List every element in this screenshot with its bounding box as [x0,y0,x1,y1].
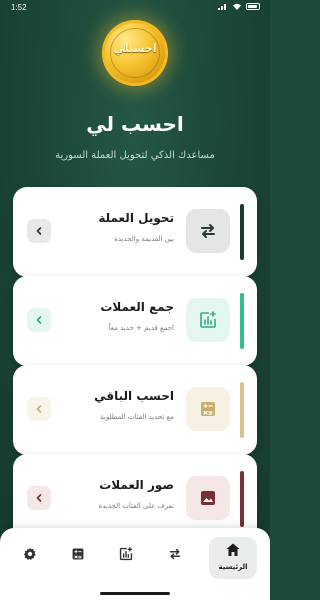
calculator-icon [72,548,84,560]
card-open-arrow[interactable] [27,486,51,510]
nav-settings[interactable] [18,542,42,566]
card-accent-bar [240,293,244,349]
card-open-arrow[interactable] [27,308,51,332]
app-logo-coin: احسبلي [102,20,168,86]
nav-calculate[interactable] [66,542,90,566]
swap-arrows-icon [201,224,215,238]
home-indicator [100,592,170,595]
card-accent-bar [240,382,244,438]
card-title: جمع العملات [100,300,174,314]
bottom-navigation: الرئيسية [0,528,270,600]
status-icons [218,3,260,10]
card-open-arrow[interactable] [27,397,51,421]
card-calculate-change[interactable]: احسب الباقي مع تحديد الفئات المطلوبة [13,365,257,455]
status-time: 1:52 [11,3,27,12]
chart-add-icon [119,547,133,561]
chevron-left-icon [36,405,42,413]
card-icon-box [186,476,230,520]
card-icon-box [186,387,230,431]
card-icon-box [186,298,230,342]
app-subtitle: مساعدك الذكي لتحويل العملة السورية [55,150,215,161]
nav-sum[interactable] [114,542,138,566]
photo-icon [201,491,215,505]
card-accent-bar [240,204,244,260]
card-currency-convert[interactable]: تحويل العملة بين القديمة والجديدة [13,187,257,277]
nav-home-label: الرئيسية [218,563,248,571]
coin-logo-text: احسبلي [113,42,157,55]
signal-icon [218,4,226,10]
home-screen: 1:52 احسبلي احسب لي مساعدك الذكي لتحويل … [0,0,270,600]
status-bar: 1:52 [0,0,270,16]
app-title: احسب لي [86,112,184,136]
nav-convert[interactable] [163,542,187,566]
card-open-arrow[interactable] [27,219,51,243]
card-description: اجمع قديم + جديد معاً [108,324,174,332]
card-description: مع تحديد الفئات المطلوبة [100,413,174,421]
card-accent-bar [240,471,244,527]
card-icon-box [186,209,230,253]
home-icon [226,543,240,556]
chevron-left-icon [36,494,42,502]
card-title: احسب الباقي [94,389,174,403]
swap-arrows-icon [169,548,181,560]
nav-home[interactable]: الرئيسية [209,537,257,579]
card-title: صور العملات [99,478,174,492]
card-sum-currencies[interactable]: جمع العملات اجمع قديم + جديد معاً [13,276,257,366]
chevron-left-icon [36,227,42,235]
chevron-left-icon [36,316,42,324]
card-description: بين القديمة والجديدة [114,235,174,243]
calculator-icon [201,402,215,416]
battery-icon [246,3,260,10]
chart-add-icon [200,311,216,328]
settings-icon [23,547,36,560]
card-description: تعرف على الفئات الجديدة [98,502,174,510]
card-title: تحويل العملة [98,211,174,225]
wifi-icon [233,3,241,10]
